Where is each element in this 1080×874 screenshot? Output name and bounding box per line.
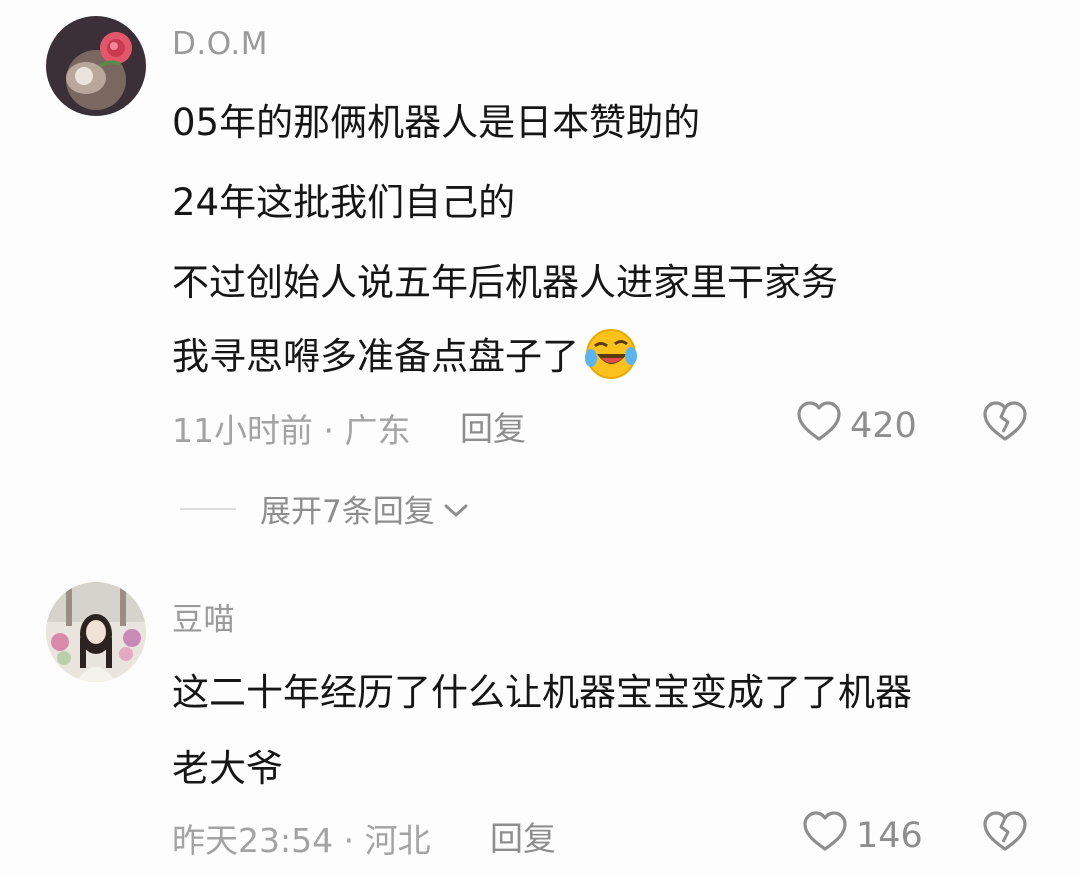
avatar[interactable]	[46, 582, 146, 682]
comment-text-line-with-emoji: 我寻思嘚多准备点盘子了	[172, 326, 639, 389]
comment-item: 豆喵 这二十年经历了什么让机器宝宝变成了了机器 老大爷 昨天23:54 · 河北…	[0, 560, 1080, 874]
divider	[180, 507, 236, 510]
username[interactable]: 豆喵	[172, 594, 235, 639]
comment-text-line: 05年的那俩机器人是日本赞助的	[172, 101, 701, 144]
comment-text: 我寻思嘚多准备点盘子了	[172, 335, 579, 378]
username[interactable]: D.O.M	[172, 26, 268, 62]
comment-text-line: 老大爷	[172, 747, 283, 790]
heart-outline-icon	[796, 400, 842, 451]
chevron-down-icon	[443, 491, 469, 527]
comment-item: D.O.M 05年的那俩机器人是日本赞助的 24年这批我们自己的 不过创始人说五…	[0, 0, 1080, 560]
reply-button[interactable]: 回复	[490, 812, 556, 860]
reply-button[interactable]: 回复	[460, 402, 526, 450]
comment-meta: 昨天23:54 · 河北	[172, 821, 431, 860]
like-count: 420	[850, 405, 917, 446]
comment-text-line: 不过创始人说五年后机器人进家里干家务	[172, 261, 838, 304]
dislike-button[interactable]	[982, 810, 1028, 856]
dislike-button[interactable]	[982, 400, 1028, 446]
avatar[interactable]	[46, 16, 146, 116]
like-button[interactable]: 420	[796, 400, 917, 451]
comment-text-line: 这二十年经历了什么让机器宝宝变成了了机器	[172, 671, 912, 714]
comment-text-line: 24年这批我们自己的	[172, 181, 516, 224]
broken-heart-icon	[982, 401, 1028, 446]
heart-outline-icon	[802, 810, 848, 861]
expand-replies-label: 展开7条回复	[260, 494, 435, 530]
broken-heart-icon	[982, 811, 1028, 856]
laughing-crying-emoji-icon	[583, 328, 639, 389]
like-button[interactable]: 146	[802, 810, 923, 861]
expand-replies-button[interactable]: 展开7条回复	[180, 486, 469, 531]
like-count: 146	[856, 815, 923, 856]
comment-meta: 11小时前 · 广东	[172, 411, 411, 450]
